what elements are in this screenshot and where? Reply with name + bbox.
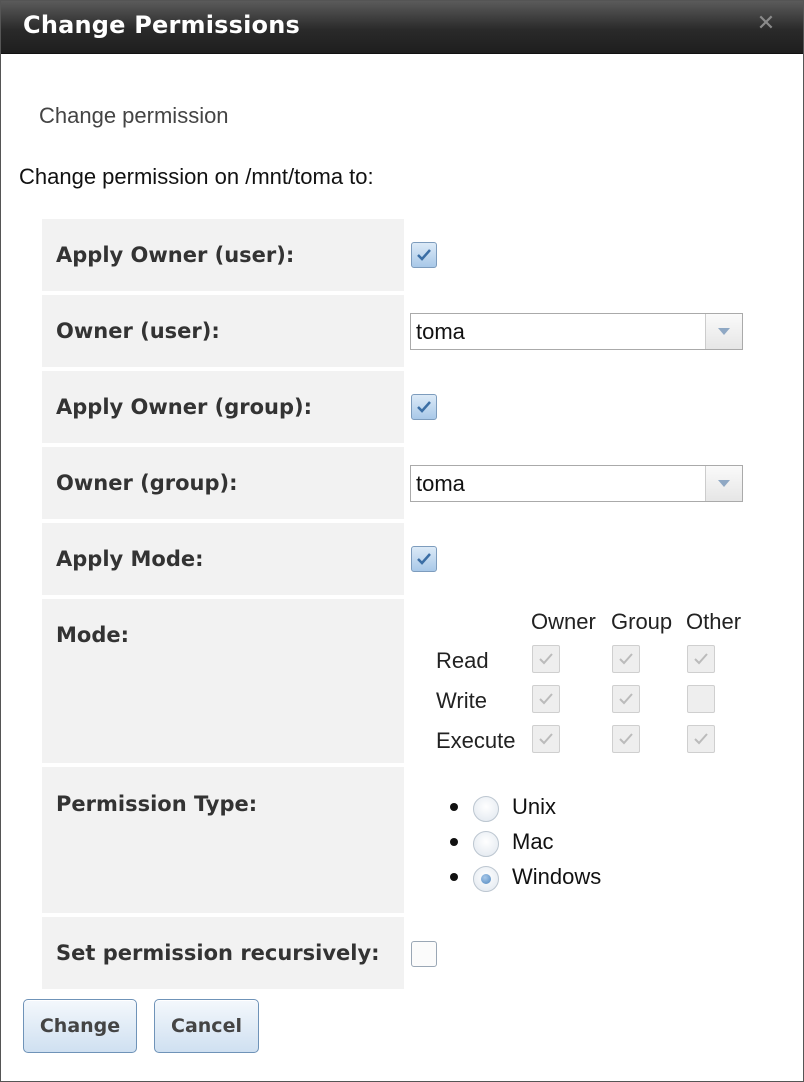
radio-mac-label[interactable]: Mac [512, 829, 554, 855]
list-bullet [450, 803, 458, 811]
radio-windows-label[interactable]: Windows [512, 864, 601, 890]
mode-label-cell: Mode: [42, 599, 404, 763]
change-permissions-dialog: Change Permissions ✕ Change permission C… [0, 0, 804, 1082]
recursive-label: Set permission recursively: [56, 941, 380, 965]
recursive-checkbox[interactable] [411, 941, 437, 967]
dialog-subtitle: Change permission [39, 103, 229, 128]
mode-label: Mode: [56, 623, 129, 647]
owner-group-label: Owner (group): [56, 471, 238, 495]
apply-owner-user-label: Apply Owner (user): [56, 243, 295, 267]
mode-write-owner-checkbox[interactable] [532, 685, 560, 713]
apply-owner-group-checkbox[interactable] [411, 394, 437, 420]
mode-row-read-label: Read [436, 648, 489, 673]
recursive-label-cell: Set permission recursively: [42, 917, 404, 989]
owner-group-label-cell: Owner (group): [42, 447, 404, 519]
owner-user-value: toma [416, 319, 465, 344]
radio-mac[interactable] [473, 831, 499, 857]
owner-user-label-cell: Owner (user): [42, 295, 404, 367]
mode-execute-other-checkbox[interactable] [687, 725, 715, 753]
mode-read-other-checkbox[interactable] [687, 645, 715, 673]
radio-windows[interactable] [473, 866, 499, 892]
mode-column-owner: Owner [531, 609, 596, 634]
apply-mode-label-cell: Apply Mode: [42, 523, 404, 595]
radio-unix[interactable] [473, 796, 499, 822]
apply-owner-group-label-cell: Apply Owner (group): [42, 371, 404, 443]
apply-owner-user-label-cell: Apply Owner (user): [42, 219, 404, 291]
owner-group-value: toma [416, 471, 465, 496]
mode-column-other: Other [686, 609, 742, 634]
radio-unix-label[interactable]: Unix [512, 794, 556, 820]
permission-type-label: Permission Type: [56, 792, 258, 816]
owner-user-select[interactable]: toma [410, 313, 743, 350]
apply-owner-group-label: Apply Owner (group): [56, 395, 313, 419]
cancel-button[interactable]: Cancel [154, 999, 259, 1053]
apply-mode-label: Apply Mode: [56, 547, 204, 571]
dialog-title: Change Permissions [23, 11, 300, 39]
dropdown-arrow-icon[interactable] [705, 466, 742, 501]
change-button[interactable]: Change [23, 999, 137, 1053]
dropdown-arrow-icon[interactable] [705, 314, 742, 349]
mode-write-group-checkbox[interactable] [612, 685, 640, 713]
permission-type-label-cell: Permission Type: [42, 767, 404, 913]
list-bullet [450, 873, 458, 881]
list-bullet [450, 838, 458, 846]
mode-write-other-checkbox[interactable] [687, 685, 715, 713]
apply-mode-checkbox[interactable] [411, 546, 437, 572]
mode-row-write-label: Write [436, 688, 487, 713]
mode-column-group: Group [611, 609, 673, 634]
mode-read-group-checkbox[interactable] [612, 645, 640, 673]
radio-selected-dot [481, 874, 491, 884]
mode-read-owner-checkbox[interactable] [532, 645, 560, 673]
mode-row-execute-label: Execute [436, 728, 516, 753]
dialog-titlebar[interactable]: Change Permissions ✕ [1, 1, 803, 54]
mode-execute-group-checkbox[interactable] [612, 725, 640, 753]
intro-text: Change permission on /mnt/toma to: [19, 164, 374, 189]
owner-user-label: Owner (user): [56, 319, 220, 343]
mode-execute-owner-checkbox[interactable] [532, 725, 560, 753]
close-icon[interactable]: ✕ [755, 13, 777, 35]
apply-owner-user-checkbox[interactable] [411, 242, 437, 268]
owner-group-select[interactable]: toma [410, 465, 743, 502]
